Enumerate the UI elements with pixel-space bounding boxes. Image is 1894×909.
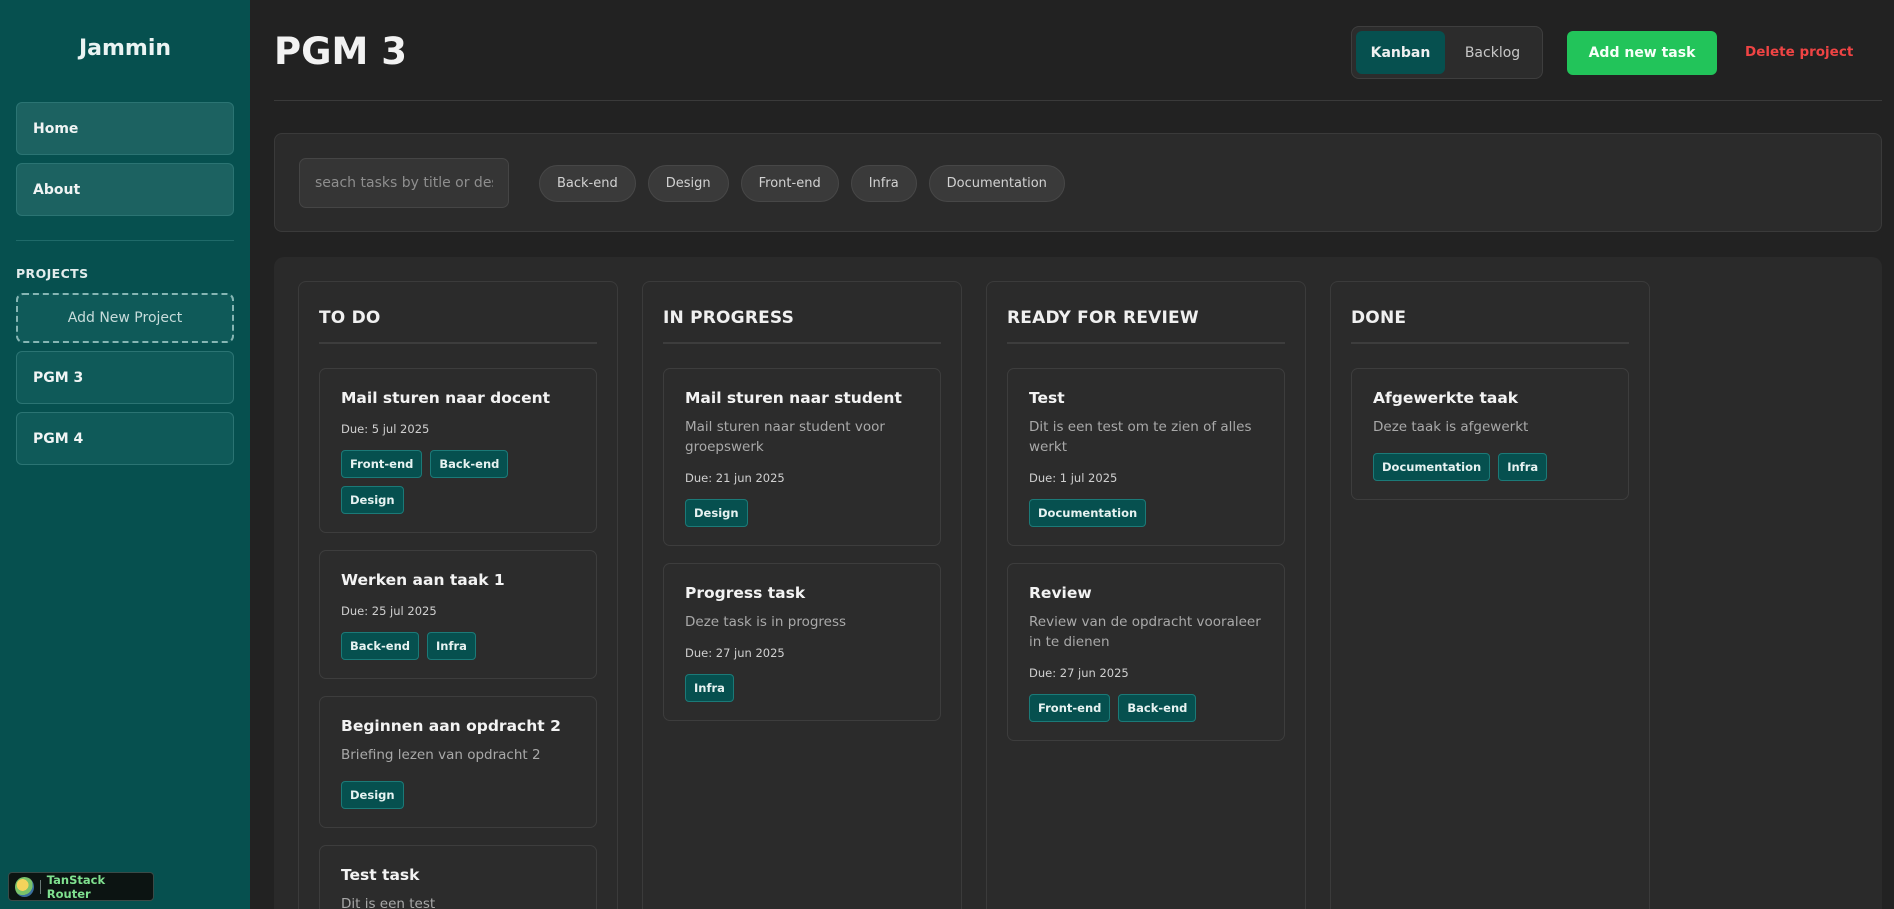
tag-badge-back-end: Back-end — [430, 450, 509, 478]
main-content: PGM 3 Kanban Backlog Add new task Delete… — [250, 0, 1894, 909]
task-tags: Front-end Back-end Design — [341, 450, 575, 514]
backlog-view-button[interactable]: Backlog — [1447, 31, 1538, 74]
devtools-label: TanStack Router — [46, 872, 106, 901]
task-title: Review — [1029, 584, 1092, 602]
task-card[interactable]: Mail sturen naar student Mail sturen naar… — [663, 368, 941, 546]
filter-chip-documentation[interactable]: Documentation — [928, 165, 1065, 202]
column-ready-for-review: READY FOR REVIEW Test Dit is een test om t… — [986, 281, 1306, 909]
tag-badge-design: Design — [341, 486, 404, 514]
task-description: Mail sturen naar student voor groepswerk — [685, 419, 885, 455]
column-divider — [1007, 342, 1285, 344]
filter-chip-front-end[interactable]: Front-end — [740, 165, 839, 202]
card-list: Afgewerkte taak Deze taak is afgewerkt Doc… — [1351, 368, 1629, 500]
task-card[interactable]: Review Review van de opdracht vooraleer i… — [1007, 563, 1285, 741]
page-title: PGM 3 — [274, 30, 407, 73]
task-title: Beginnen aan opdracht 2 — [341, 717, 561, 735]
column-title: READY FOR REVIEW — [1007, 308, 1199, 328]
task-due-date: Due: 27 jun 2025 — [685, 646, 785, 660]
filter-chip-back-end[interactable]: Back-end — [539, 165, 636, 202]
task-card[interactable]: Test task Dit is een test — [319, 845, 597, 909]
column-title: DONE — [1351, 308, 1407, 328]
card-list: Test Dit is een test om te zien of alles … — [1007, 368, 1285, 741]
filter-panel: Back-end Design Front-end Infra Documentatio… — [274, 133, 1882, 232]
tag-badge-back-end: Back-end — [1118, 694, 1197, 722]
task-due-date: Due: 5 jul 2025 — [341, 422, 430, 436]
nav-home-button[interactable]: Home — [16, 102, 234, 155]
task-card[interactable]: Werken aan taak 1 Due: 25 jul 2025 Back-en… — [319, 550, 597, 679]
task-title: Test — [1029, 389, 1065, 407]
column-title: IN PROGRESS — [663, 308, 795, 328]
add-new-task-button[interactable]: Add new task — [1567, 31, 1717, 75]
task-title: Afgewerkte taak — [1373, 389, 1519, 407]
delete-project-button[interactable]: Delete project — [1745, 44, 1853, 60]
task-tags: Back-end Infra — [341, 632, 575, 660]
task-title: Mail sturen naar docent — [341, 389, 551, 407]
task-card[interactable]: Beginnen aan opdracht 2 Briefing lezen va… — [319, 696, 597, 828]
tag-badge-design: Design — [685, 499, 748, 527]
sidebar: Jammin Home About PROJECTS Add New Proje… — [0, 0, 250, 909]
task-title: Mail sturen naar student — [685, 389, 902, 407]
project-item-pgm-3[interactable]: PGM 3 — [16, 351, 234, 404]
task-due-date: Due: 25 jul 2025 — [341, 604, 437, 618]
add-new-project-button[interactable]: Add New Project — [16, 293, 234, 343]
task-card[interactable]: Mail sturen naar docent Due: 5 jul 2025 Fr… — [319, 368, 597, 533]
tag-filter-chips: Back-end Design Front-end Infra Documentatio… — [539, 165, 1065, 202]
tag-badge-back-end: Back-end — [341, 632, 419, 660]
task-tags: Documentation Infra — [1373, 453, 1607, 481]
nav-about-button[interactable]: About — [16, 163, 234, 216]
column-in-progress: IN PROGRESS Mail sturen naar student Mail … — [642, 281, 962, 909]
tag-badge-front-end: Front-end — [341, 450, 423, 478]
task-tags: Infra — [685, 674, 919, 702]
task-description: Deze taak is afgewerkt — [1373, 419, 1529, 435]
filter-chip-infra[interactable]: Infra — [850, 165, 917, 202]
tag-badge-documentation: Documentation — [1029, 499, 1147, 527]
column-divider — [663, 342, 941, 344]
tag-badge-front-end: Front-end — [1029, 694, 1111, 722]
task-description: Dit is een test om te zien of alles werk… — [1029, 419, 1252, 455]
filter-chip-design[interactable]: Design — [647, 165, 729, 202]
tag-badge-infra: Infra — [426, 632, 476, 660]
tag-badge-design: Design — [341, 781, 404, 809]
task-card[interactable]: Progress task Deze task is in progress Due… — [663, 563, 941, 721]
kanban-view-button[interactable]: Kanban — [1356, 31, 1445, 74]
tag-badge-infra: Infra — [685, 674, 734, 702]
tanstack-logo-icon — [15, 876, 34, 897]
column-to-do: TO DO Mail sturen naar docent Due: 5 jul 2… — [298, 281, 618, 909]
task-due-date: Due: 21 jun 2025 — [685, 471, 785, 485]
column-done: DONE Afgewerkte taak Deze taak is afgewerk… — [1330, 281, 1650, 909]
devtools-separator — [39, 879, 41, 894]
task-card[interactable]: Afgewerkte taak Deze taak is afgewerkt Doc… — [1351, 368, 1629, 500]
card-list: Mail sturen naar student Mail sturen naar… — [663, 368, 941, 721]
task-due-date: Due: 1 jul 2025 — [1029, 471, 1118, 485]
task-description: Dit is een test — [341, 896, 436, 909]
router-devtools-button[interactable]: TanStack Router — [8, 872, 154, 901]
task-description: Deze task is in progress — [685, 614, 847, 630]
task-tags: Design — [341, 781, 575, 809]
task-tags: Front-end Back-end — [1029, 694, 1263, 722]
task-tags: Documentation — [1029, 499, 1263, 527]
tag-badge-documentation: Documentation — [1373, 453, 1491, 481]
task-due-date: Due: 27 jun 2025 — [1029, 666, 1129, 680]
card-list: Mail sturen naar docent Due: 5 jul 2025 Fr… — [319, 368, 597, 909]
header-divider — [274, 100, 1882, 101]
view-toggle: Kanban Backlog — [1351, 26, 1543, 79]
project-item-pgm-4[interactable]: PGM 4 — [16, 412, 234, 465]
task-title: Test task — [341, 866, 420, 884]
sidebar-divider — [16, 240, 234, 241]
task-title: Werken aan taak 1 — [341, 571, 505, 589]
task-tags: Design — [685, 499, 919, 527]
column-divider — [1351, 342, 1629, 344]
column-title: TO DO — [319, 308, 381, 328]
tag-badge-infra: Infra — [1498, 453, 1548, 481]
search-input[interactable] — [299, 158, 509, 208]
kanban-board: TO DO Mail sturen naar docent Due: 5 jul 2… — [274, 257, 1882, 909]
brand-title: Jammin — [78, 36, 172, 61]
task-card[interactable]: Test Dit is een test om te zien of alles … — [1007, 368, 1285, 546]
projects-heading: PROJECTS — [16, 266, 89, 281]
task-title: Progress task — [685, 584, 806, 602]
task-description: Briefing lezen van opdracht 2 — [341, 747, 541, 763]
task-description: Review van de opdracht vooraleer in te d… — [1029, 614, 1261, 650]
column-divider — [319, 342, 597, 344]
